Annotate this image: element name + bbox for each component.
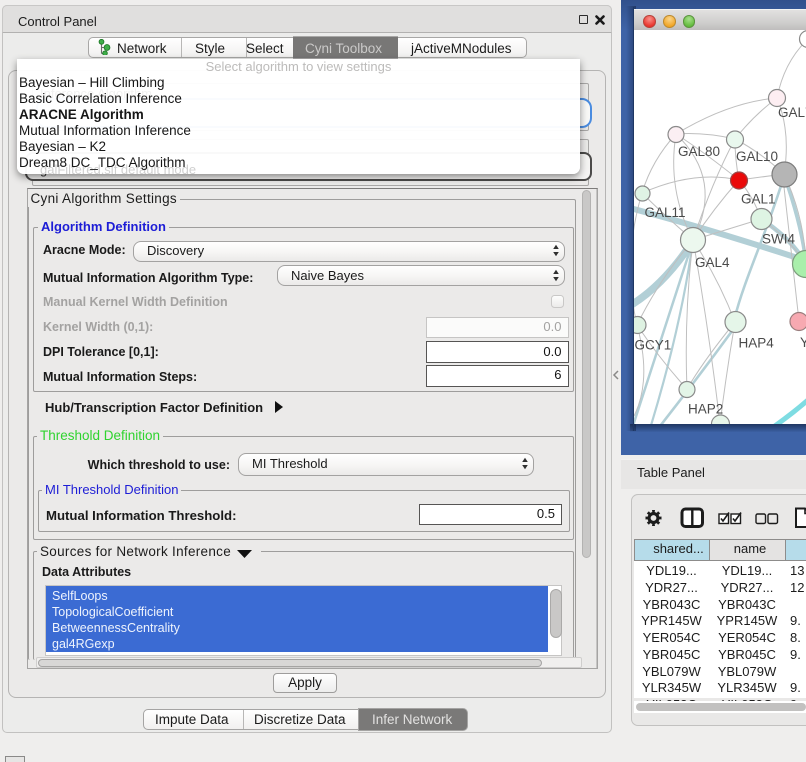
svg-text:GAL11: GAL11: [645, 205, 686, 220]
svg-text:HAP4: HAP4: [739, 336, 775, 351]
svg-text:GAL10: GAL10: [736, 149, 778, 164]
svg-text:SWI4: SWI4: [762, 232, 795, 247]
svg-text:GAL80: GAL80: [678, 144, 720, 159]
svg-text:HAP2: HAP2: [688, 402, 723, 417]
svg-text:GAL4: GAL4: [695, 255, 730, 270]
svg-text:YJ: YJ: [800, 335, 806, 350]
svg-text:GAL7: GAL7: [778, 105, 806, 120]
svg-text:GCY1: GCY1: [635, 338, 672, 353]
svg-text:GAL1: GAL1: [741, 192, 776, 207]
